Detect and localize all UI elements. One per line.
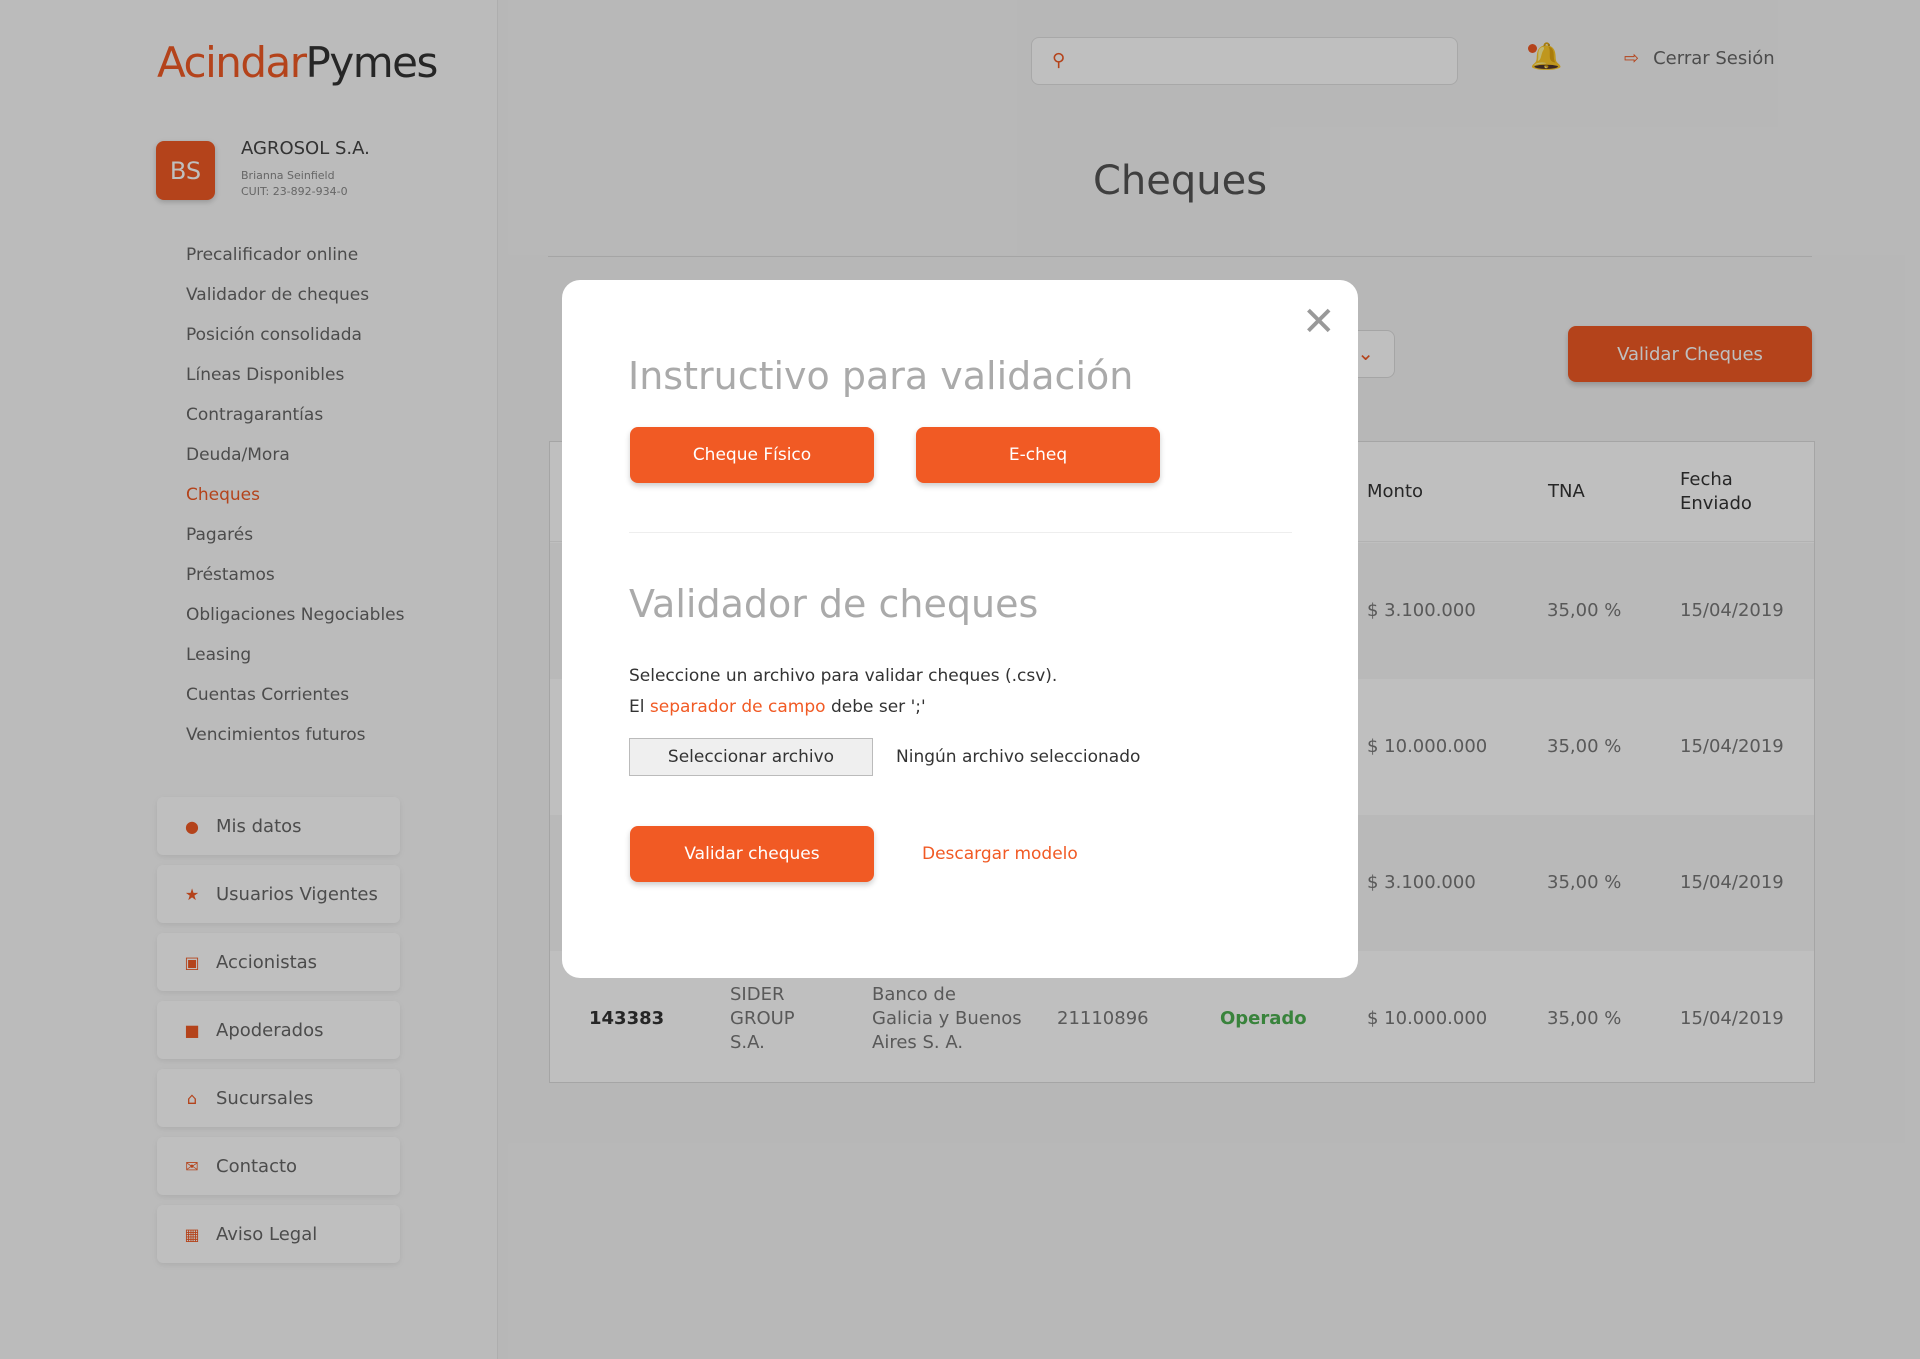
select-file-button[interactable]: Seleccionar archivo <box>629 738 873 776</box>
close-icon[interactable]: ✕ <box>1302 302 1336 342</box>
separator-post: debe ser ';' <box>825 697 926 717</box>
separator-link[interactable]: separador de campo <box>650 697 826 717</box>
file-status: Ningún archivo seleccionado <box>896 747 1141 767</box>
modal-title-instructivo: Instructivo para validación <box>628 354 1134 398</box>
separator-pre: El <box>629 697 650 717</box>
validate-cheques-button[interactable]: Validar cheques <box>630 826 874 882</box>
separator-text: El separador de campo debe ser ';' <box>629 697 926 717</box>
validation-modal: ✕ Instructivo para validación Cheque Fís… <box>562 280 1358 978</box>
echeq-button[interactable]: E-cheq <box>916 427 1160 483</box>
instructions-text: Seleccione un archivo para validar chequ… <box>629 666 1058 686</box>
cheque-fisico-button[interactable]: Cheque Físico <box>630 427 874 483</box>
modal-divider <box>629 532 1292 533</box>
download-model-link[interactable]: Descargar modelo <box>922 844 1078 864</box>
modal-title-validador: Validador de cheques <box>629 582 1039 626</box>
